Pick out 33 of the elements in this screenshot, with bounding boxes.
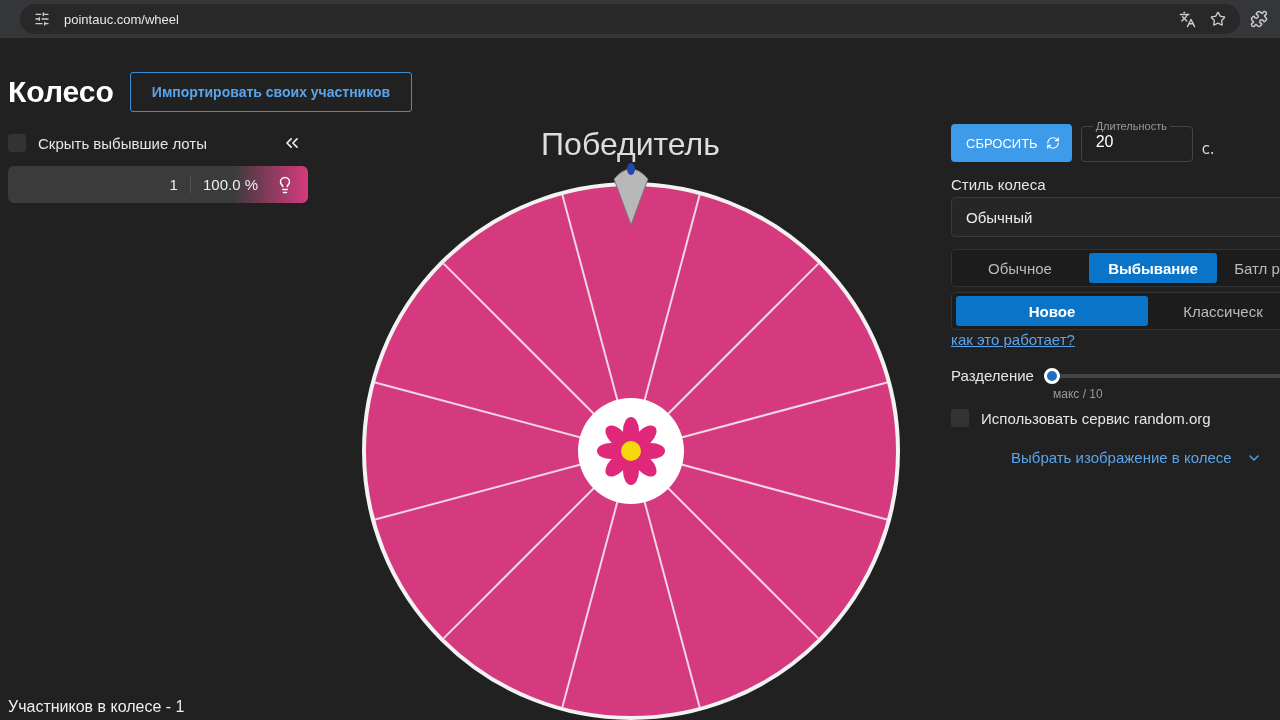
sliders-icon[interactable] [34,11,50,27]
variant-tab[interactable]: Новое [956,296,1148,326]
mode-tab[interactable]: Выбывание [1089,253,1217,283]
wheel-style-label: Стиль колеса [951,176,1047,193]
variant-tab[interactable]: Классическ [1148,296,1280,326]
checkbox-label: Скрыть выбывшие лоты [38,134,207,152]
winner-title: Победитель [541,126,720,163]
puzzle-icon[interactable] [1250,10,1268,28]
participants-count: Участников в колесе - 1 [8,698,186,716]
address-bar[interactable]: pointauc.com/wheel [20,4,1240,34]
mode-tab[interactable]: Батл р [1222,253,1280,283]
star-icon[interactable] [1210,11,1226,27]
lot-row[interactable]: 1 100.0 % [8,166,308,203]
checkbox-label: Использовать сервис random.org [981,409,1211,427]
url-text: pointauc.com/wheel [64,11,180,27]
lot-percent: 100.0 % [201,176,259,193]
lot-amount: 1 [169,176,191,193]
duration-input[interactable]: 20 [1095,133,1176,151]
duration-unit: с. [1201,140,1215,160]
split-caption: макс / 10 [1053,387,1104,401]
page-title: Колесо [8,75,114,109]
slider-thumb[interactable] [1043,367,1060,384]
help-link[interactable]: как это работает? [951,331,1075,348]
duration-label: Длительность [1094,120,1168,132]
duration-field[interactable]: Длительность 20 [1080,120,1193,162]
prize-wheel-drawing[interactable] [360,181,901,720]
import-button[interactable]: Импортировать своих участников [129,72,413,112]
mode-tab[interactable]: Обычное [956,253,1084,283]
split-label: Разделение [951,367,1034,384]
image-picker-button[interactable]: Выбрать изображение в колесе [1011,449,1280,466]
translate-icon[interactable] [1179,10,1196,28]
refresh-icon [1045,136,1060,150]
wheel-style-select[interactable]: Обычный [951,197,1280,237]
